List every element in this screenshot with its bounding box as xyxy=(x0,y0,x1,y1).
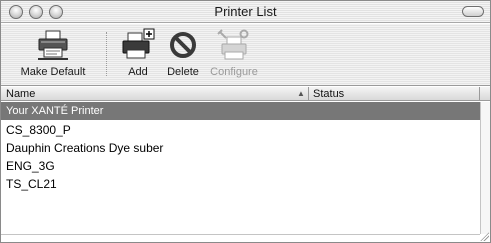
printer-table: Your XANTÉ Printer CS_8300_P Dauphin Cre… xyxy=(1,102,490,234)
printer-name: TS_CL21 xyxy=(6,177,57,191)
resize-grip-icon[interactable] xyxy=(479,231,489,241)
table-row[interactable]: Dauphin Creations Dye suber xyxy=(1,139,480,157)
table-row[interactable]: TS_CL21 xyxy=(1,175,480,193)
table-row[interactable]: CS_8300_P xyxy=(1,121,480,139)
table-row[interactable]: ENG_3G xyxy=(1,157,480,175)
delete-printer-button[interactable]: Delete xyxy=(159,28,207,78)
make-default-label: Make Default xyxy=(20,66,86,78)
add-printer-icon xyxy=(122,28,155,59)
column-header-status[interactable]: Status xyxy=(313,87,344,101)
printer-list-window: Printer List Make Default Add Delete Con… xyxy=(0,0,491,243)
table-header: Name ▲ Status xyxy=(1,87,490,101)
vertical-scrollbar[interactable] xyxy=(480,102,490,234)
configure-label: Configure xyxy=(210,66,258,78)
toolbar: Make Default Add Delete Configure xyxy=(1,24,490,86)
printer-name: Your XANTÉ Printer xyxy=(6,105,104,117)
window-title: Printer List xyxy=(214,4,277,19)
delete-icon xyxy=(170,32,196,58)
printer-name: CS_8300_P xyxy=(6,123,71,137)
column-divider xyxy=(479,87,480,101)
configure-printer-icon xyxy=(217,29,249,60)
printer-icon xyxy=(38,30,68,60)
column-divider[interactable] xyxy=(308,87,309,101)
add-label: Add xyxy=(128,66,148,78)
table-bottom-border xyxy=(1,234,480,235)
printer-name: ENG_3G xyxy=(6,159,55,173)
add-printer-button[interactable]: Add xyxy=(118,28,158,78)
configure-printer-button[interactable]: Configure xyxy=(204,28,264,78)
make-default-button[interactable]: Make Default xyxy=(13,28,93,78)
sort-ascending-icon: ▲ xyxy=(297,89,305,98)
toolbar-toggle-button[interactable] xyxy=(462,6,484,17)
delete-label: Delete xyxy=(167,66,199,78)
column-header-name[interactable]: Name xyxy=(6,87,35,101)
title-bar[interactable]: Printer List xyxy=(1,1,490,23)
printer-name: Dauphin Creations Dye suber xyxy=(6,141,164,155)
toolbar-separator xyxy=(106,32,107,76)
table-row[interactable]: Your XANTÉ Printer xyxy=(1,102,480,120)
